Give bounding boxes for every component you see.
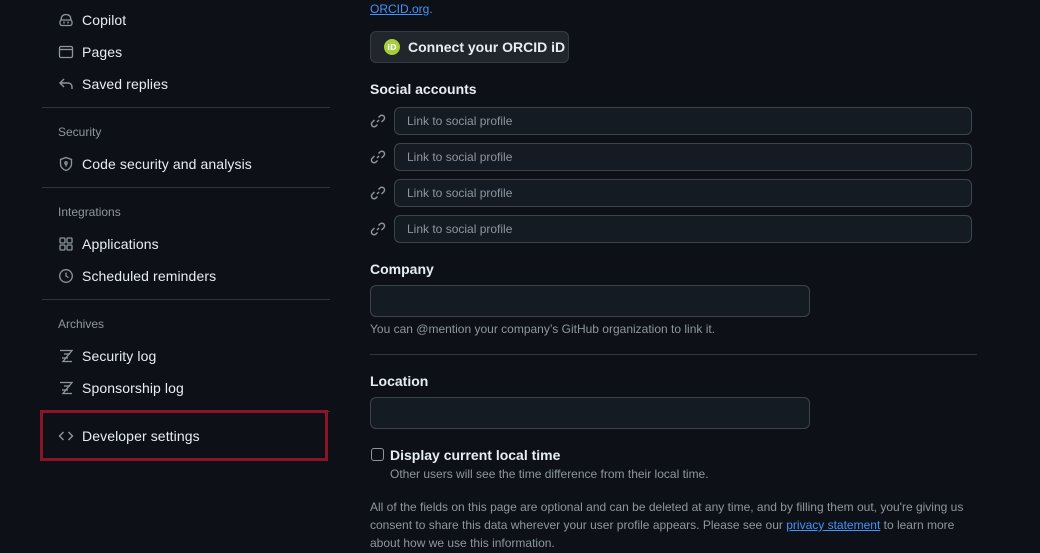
company-label: Company: [370, 261, 434, 277]
local-time-checkbox[interactable]: [371, 448, 384, 461]
sidebar-divider: [42, 107, 330, 108]
privacy-statement-link[interactable]: privacy statement: [786, 518, 880, 532]
sidebar-item-saved-replies[interactable]: Saved replies: [42, 68, 331, 100]
company-input[interactable]: [370, 285, 810, 317]
browser-icon: [58, 44, 74, 60]
apps-icon: [58, 236, 74, 252]
sidebar-item-applications[interactable]: Applications: [42, 228, 331, 260]
orcid-link[interactable]: ORCID.org: [370, 2, 429, 16]
social-profile-input[interactable]: Link to social profile: [394, 107, 972, 135]
social-profile-input[interactable]: Link to social profile: [394, 179, 972, 207]
connect-orcid-button[interactable]: iD Connect your ORCID iD: [370, 31, 569, 63]
log-icon: [58, 348, 74, 364]
location-label: Location: [370, 373, 429, 389]
orcid-link-line: ORCID.org.: [370, 2, 433, 16]
sidebar-item-code-security[interactable]: Code security and analysis: [42, 148, 331, 180]
location-input[interactable]: [370, 397, 810, 429]
link-icon: [370, 186, 386, 200]
social-account-row: Link to social profile: [370, 179, 972, 207]
social-profile-input[interactable]: Link to social profile: [394, 143, 972, 171]
sidebar-item-label: Sponsorship log: [82, 380, 184, 396]
link-icon: [370, 222, 386, 236]
sidebar-item-label: Scheduled reminders: [82, 268, 217, 284]
local-time-label: Display current local time: [390, 447, 561, 463]
sidebar-section-heading: Security: [58, 125, 102, 139]
link-icon: [370, 150, 386, 164]
sidebar-section-heading: Archives: [58, 317, 105, 331]
copilot-icon: [58, 12, 74, 28]
company-hint: You can @mention your company’s GitHub o…: [370, 322, 716, 336]
sidebar-item-label: Copilot: [82, 12, 127, 28]
sidebar-item-sponsorship-log[interactable]: Sponsorship log: [42, 372, 331, 404]
sidebar-item-label: Applications: [82, 236, 159, 252]
social-accounts-label: Social accounts: [370, 81, 477, 97]
sidebar-item-label: Pages: [82, 44, 123, 60]
sidebar-item-copilot[interactable]: Copilot: [42, 4, 331, 36]
highlight-box: [40, 410, 328, 461]
privacy-note: All of the fields on this page are optio…: [370, 498, 980, 552]
local-time-hint: Other users will see the time difference…: [390, 467, 709, 481]
sidebar-item-security-log[interactable]: Security log: [42, 340, 331, 372]
sidebar-item-scheduled-reminders[interactable]: Scheduled reminders: [42, 260, 331, 292]
shield-icon: [58, 156, 74, 172]
orcid-icon: iD: [384, 39, 400, 55]
sidebar-divider: [42, 187, 330, 188]
sidebar-item-label: Saved replies: [82, 76, 169, 92]
sidebar-section-heading: Integrations: [58, 205, 121, 219]
clock-icon: [58, 268, 74, 284]
reply-icon: [58, 76, 74, 92]
sidebar-item-pages[interactable]: Pages: [42, 36, 331, 68]
sidebar-item-label: Code security and analysis: [82, 156, 252, 172]
sidebar-divider: [42, 299, 330, 300]
link-icon: [370, 114, 386, 128]
orcid-link-suffix: .: [429, 2, 433, 16]
social-account-row: Link to social profile: [370, 143, 972, 171]
social-account-row: Link to social profile: [370, 107, 972, 135]
social-account-row: Link to social profile: [370, 215, 972, 243]
log-icon: [58, 380, 74, 396]
social-profile-input[interactable]: Link to social profile: [394, 215, 972, 243]
connect-orcid-label: Connect your ORCID iD: [408, 39, 566, 55]
sidebar-item-label: Security log: [82, 348, 157, 364]
section-divider: [370, 354, 977, 355]
